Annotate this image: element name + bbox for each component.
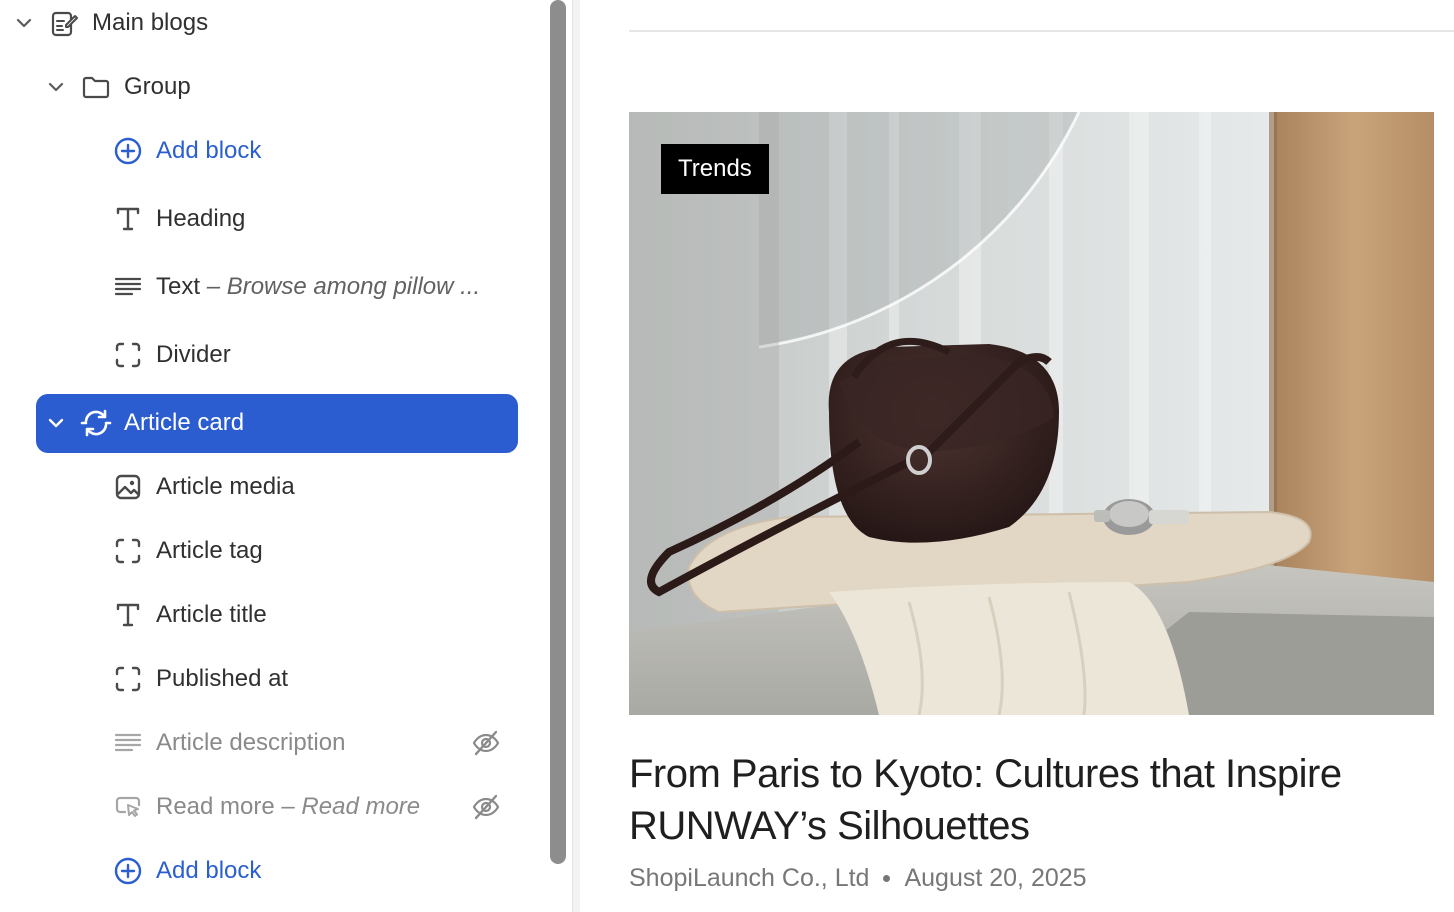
- folder-icon: [80, 71, 112, 103]
- tree-item-divider[interactable]: Divider: [0, 326, 548, 384]
- tree-item-text[interactable]: Text – Browse among pillow ...: [0, 258, 548, 316]
- plus-circle-icon: [112, 135, 144, 167]
- article-tag-badge[interactable]: Trends: [661, 144, 769, 194]
- tree-item-label: Article tag: [156, 537, 263, 564]
- tree-item-label: Article card: [124, 409, 245, 436]
- text-lines-icon: [112, 271, 144, 303]
- panel-divider[interactable]: [572, 0, 580, 912]
- add-block-label: Add block: [156, 137, 262, 164]
- tree-item-label: Read more – Read more: [156, 793, 421, 820]
- article-author: ShopiLaunch Co., Ltd: [629, 864, 870, 892]
- dashed-square-icon: [112, 339, 144, 371]
- tree-item-article-card[interactable]: Article card: [0, 394, 548, 452]
- tree-item-article-title[interactable]: Article title: [0, 586, 548, 644]
- article-meta: ShopiLaunch Co., Ltd August 20, 2025: [629, 864, 1087, 893]
- sidebar-tree: Main blogs Group Add block Heading Text …: [0, 0, 548, 912]
- plus-circle-icon: [112, 855, 144, 887]
- tree-item-published-at[interactable]: Published at: [0, 650, 548, 708]
- dashed-square-icon: [112, 663, 144, 695]
- chevron-down-icon[interactable]: [12, 11, 36, 35]
- edit-page-icon: [48, 7, 80, 39]
- tree-item-label: Article media: [156, 473, 295, 500]
- tree-item-label: Divider: [156, 341, 231, 368]
- text-t-icon: [112, 599, 144, 631]
- tree-item-article-description[interactable]: Article description: [0, 714, 548, 772]
- add-block-label: Add block: [156, 857, 262, 884]
- tree-item-sublabel: – Browse among pillow ...: [206, 273, 481, 300]
- text-lines-icon: [112, 727, 144, 759]
- article-date: August 20, 2025: [904, 864, 1087, 892]
- article-title[interactable]: From Paris to Kyoto: Cultures that Inspi…: [629, 748, 1449, 852]
- text-t-icon: [112, 203, 144, 235]
- preview-divider: [629, 30, 1454, 32]
- dashed-square-icon: [112, 535, 144, 567]
- tree-item-label: Article title: [156, 601, 267, 628]
- eye-slash-icon[interactable]: [470, 727, 502, 759]
- tree-item-label: Group: [124, 73, 191, 100]
- tree-item-read-more[interactable]: Read more – Read more: [0, 778, 548, 836]
- add-block-button[interactable]: Add block: [0, 122, 548, 180]
- tree-item-sublabel: – Read more: [281, 793, 421, 820]
- tree-item-main-blogs[interactable]: Main blogs: [0, 0, 548, 52]
- sidebar-scrollbar-thumb[interactable]: [550, 0, 566, 864]
- tree-item-article-tag[interactable]: Article tag: [0, 522, 548, 580]
- eye-slash-icon[interactable]: [470, 791, 502, 823]
- tree-item-label: Heading: [156, 205, 246, 232]
- tree-item-label: Published at: [156, 665, 289, 692]
- tree-item-label: Article description: [156, 729, 346, 756]
- chevron-down-icon[interactable]: [44, 411, 68, 435]
- tree-item-label: Main blogs: [92, 9, 209, 36]
- image-icon: [112, 471, 144, 503]
- article-image[interactable]: [629, 112, 1434, 715]
- separator-dot: [883, 875, 891, 882]
- sync-arrows-icon: [80, 407, 112, 439]
- tree-item-group[interactable]: Group: [0, 58, 548, 116]
- add-block-button[interactable]: Add block: [0, 842, 548, 900]
- tree-item-heading[interactable]: Heading: [0, 190, 548, 248]
- chevron-down-icon[interactable]: [44, 75, 68, 99]
- tree-item-label: Text – Browse among pillow ...: [156, 273, 481, 300]
- button-cursor-icon: [112, 791, 144, 823]
- tree-item-article-media[interactable]: Article media: [0, 458, 548, 516]
